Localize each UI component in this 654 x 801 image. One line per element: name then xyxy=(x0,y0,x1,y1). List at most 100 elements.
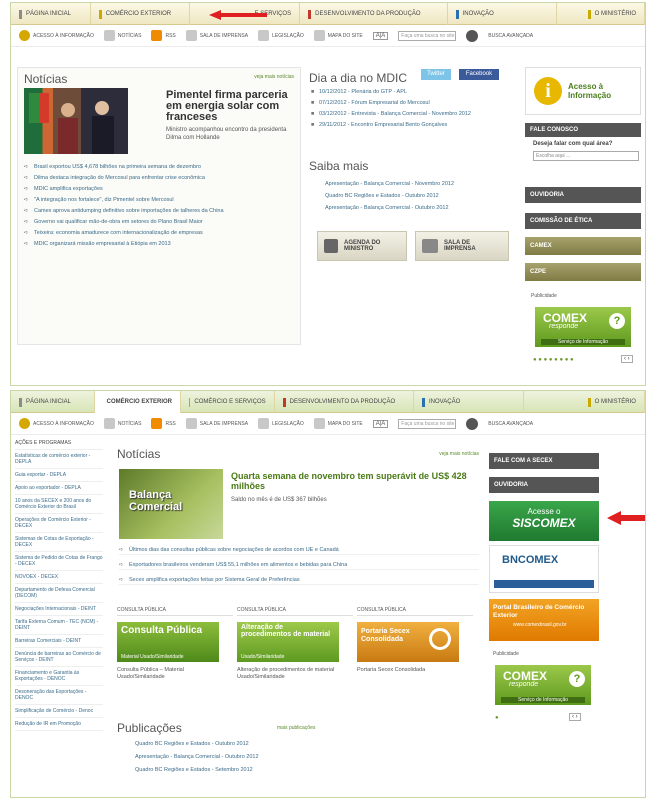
sala-imprensa-link[interactable]: Sala de Imprensa xyxy=(185,30,248,41)
veja-mais-link[interactable]: veja mais notícias xyxy=(254,74,294,80)
consulta-1[interactable]: Consulta Pública Consulta Pública Materi… xyxy=(117,607,233,707)
twitter-button[interactable]: Twitter xyxy=(421,69,451,80)
mapa-site-link[interactable]: Mapa do Site xyxy=(313,418,363,429)
nav-desenvolvimento[interactable]: Desenvolvimento da Produção xyxy=(300,3,448,25)
font-size-toggle[interactable]: A|A xyxy=(372,419,389,428)
headline-photo[interactable] xyxy=(24,88,128,154)
consulta-2[interactable]: Consulta Pública Alteração de procedimen… xyxy=(237,607,353,707)
legislacao-link[interactable]: Legislação xyxy=(258,418,304,429)
news-item[interactable]: ➪ Secex amplifica exportações feitas por … xyxy=(119,577,479,585)
nav-ministerio[interactable]: O Ministério xyxy=(524,391,645,413)
search-input[interactable]: Faça uma busca no site xyxy=(398,418,457,429)
news-item[interactable]: ➪ Brasil exportou US$ 4,678 bilhões na pr… xyxy=(24,164,294,171)
nav-inovacao[interactable]: Inovação xyxy=(414,391,524,413)
fale-secex-button[interactable]: Fale com a SECEX xyxy=(489,453,599,469)
sidebar-item[interactable]: Desoneração das Exportações - DENOC xyxy=(15,686,103,705)
nav-pagina-inicial[interactable]: Página Inicial xyxy=(11,3,91,25)
agenda-ministro-button[interactable]: Agenda do Ministro xyxy=(317,231,407,261)
sidebar-item[interactable]: Negociações Internacionais - DEINT xyxy=(15,603,103,616)
mapa-site-link[interactable]: Mapa do Site xyxy=(313,30,363,41)
area-select[interactable]: Escolha aqui ... xyxy=(533,151,639,161)
sidebar-item[interactable]: Redução de IR em Promoção xyxy=(15,718,103,731)
legislacao-link[interactable]: Legislação xyxy=(258,30,304,41)
search-icon[interactable] xyxy=(466,29,479,42)
ouvidoria-button[interactable]: Ouvidoria xyxy=(525,187,641,203)
dia-item[interactable]: ■ 29/11/2012 - Encontro Empresarial Bento… xyxy=(311,122,511,129)
sidebar-item[interactable]: Apoio ao exportador - DEPLA xyxy=(15,482,103,495)
noticias-link[interactable]: Notícias xyxy=(103,30,141,41)
sidebar-item[interactable]: 10 anos da SECEX e 200 anos do Comércio … xyxy=(15,495,103,514)
nav-pagina-inicial[interactable]: Página Inicial xyxy=(11,391,95,413)
news-item[interactable]: ➪ Governo vai qualificar mão-de-obra em s… xyxy=(24,219,294,226)
saiba-item[interactable]: Apresentação - Balança Comercial - Novem… xyxy=(325,181,515,188)
headline-link[interactable]: Pimentel firma parceria em energia solar… xyxy=(166,90,294,123)
mais-publicacoes-link[interactable]: mais publicações xyxy=(277,725,315,731)
busca-avancada-link[interactable]: Busca avançada xyxy=(488,421,533,427)
carousel-dot[interactable]: ● xyxy=(495,715,499,721)
siscomex-banner[interactable]: Acesse o SISCOMEX xyxy=(489,501,599,541)
nav-comercio-exterior[interactable]: Comércio Exterior xyxy=(91,3,191,25)
sidebar-item[interactable]: Tarifa Externa Comum - TEC (NCM) - DEINT xyxy=(15,616,103,635)
dia-item[interactable]: ■ 07/12/2012 - Fórum Empresarial do Merco… xyxy=(311,100,511,107)
carousel-arrows[interactable]: ‹ › xyxy=(621,355,633,363)
publicacao-item[interactable]: Quadro BC Regiões e Estados - Outubro 20… xyxy=(135,741,335,748)
facebook-button[interactable]: Facebook xyxy=(459,69,499,80)
nav-inovacao[interactable]: Inovação xyxy=(448,3,558,25)
comissao-etica-button[interactable]: Comissão de Ética xyxy=(525,213,641,229)
noticias-link[interactable]: Notícias xyxy=(103,418,141,429)
sidebar-item[interactable]: Estatísticas de comércio exterior - DEPL… xyxy=(15,450,103,469)
rss-link[interactable]: RSS xyxy=(151,30,176,41)
dia-item[interactable]: ■ 10/12/2012 - Plenária do GTP - APL xyxy=(311,89,511,96)
balanca-image[interactable]: Balança Comercial xyxy=(119,469,223,539)
sidebar-heading[interactable]: Ações e Programas xyxy=(15,437,103,450)
news-item[interactable]: ➪ MDIC amplifica exportações xyxy=(24,186,294,193)
news-item[interactable]: ➪ MDIC organizará missão empresarial à Et… xyxy=(24,241,294,248)
sidebar-item[interactable]: NOVOEX - DECEX xyxy=(15,571,103,584)
saiba-item[interactable]: Apresentação - Balança Comercial - Outub… xyxy=(325,205,515,212)
comex-responde-banner[interactable]: COMEX responde ? Serviço de Informação xyxy=(535,307,631,347)
sidebar-item[interactable]: Simplificação de Comércio - Denoc xyxy=(15,705,103,718)
saiba-item[interactable]: Quadro BC Regiões e Estados - Outubro 20… xyxy=(325,193,515,200)
acesso-informacao-link[interactable]: Acesso à Informação xyxy=(19,30,94,41)
news-item[interactable]: ➪ Dilma destaca integração do Mercosul pa… xyxy=(24,175,294,182)
fale-conosco-button[interactable]: Fale Conosco xyxy=(525,123,641,137)
busca-avancada-link[interactable]: Busca avançada xyxy=(488,33,533,39)
nav-ministerio[interactable]: O Ministério xyxy=(557,3,645,25)
nav-comercio-servicos[interactable]: Comércio e Serviços xyxy=(181,391,275,413)
publicacao-item[interactable]: Apresentação - Balança Comercial - Outub… xyxy=(135,754,335,761)
portal-brasileiro-banner[interactable]: Portal Brasileiro de Comércio Exterior w… xyxy=(489,599,599,641)
carousel-arrows[interactable]: ‹ › xyxy=(569,713,581,721)
acesso-informacao-link[interactable]: Acesso à Informação xyxy=(19,418,94,429)
news-item[interactable]: ➪ Exportadores brasileiros venderam US$ 5… xyxy=(119,562,479,570)
search-input[interactable]: Faça uma busca no site xyxy=(398,30,457,41)
sala-imprensa-link[interactable]: Sala de Imprensa xyxy=(185,418,248,429)
sidebar-item[interactable]: Denúncia de barreiras ao Comércio de Ser… xyxy=(15,648,103,667)
sidebar-item[interactable]: Departamento de Defesa Comercial (DECOM) xyxy=(15,584,103,603)
news-item[interactable]: ➪ Camex aprova antidumping definitivo sob… xyxy=(24,208,294,215)
nav-comercio-exterior-active[interactable]: Comércio Exterior xyxy=(94,391,181,413)
publicacao-item[interactable]: Quadro BC Regiões e Estados - Setembro 2… xyxy=(135,767,335,774)
dia-item[interactable]: ■ 03/12/2012 - Entrevista - Balança Comer… xyxy=(311,111,511,118)
camex-button[interactable]: Camex xyxy=(525,237,641,255)
carousel-dots[interactable]: ● ● ● ● ● ● ● ● xyxy=(533,357,574,363)
ouvidoria-button[interactable]: Ouvidoria xyxy=(489,477,599,493)
sidebar-item[interactable]: Guia exportar - DEPLA xyxy=(15,469,103,482)
news-item[interactable]: ➪ "A integração nos fortalece", diz Pimen… xyxy=(24,197,294,204)
veja-mais-link[interactable]: veja mais notícias xyxy=(439,451,479,457)
sidebar-item[interactable]: Operações de Comércio Exterior - DECEX xyxy=(15,514,103,533)
czpe-button[interactable]: CZPE xyxy=(525,263,641,281)
sidebar-item[interactable]: Sistemas de Cotas de Exportação - DECEX xyxy=(15,533,103,552)
nav-desenvolvimento[interactable]: Desenvolvimento da Produção xyxy=(275,391,415,413)
rss-link[interactable]: RSS xyxy=(151,418,176,429)
news-item[interactable]: ➪ Últimos dias das consultas públicas sob… xyxy=(119,547,479,555)
bncomex-banner[interactable]: BNCOMEX xyxy=(489,545,599,593)
sidebar-item[interactable]: Financiamento e Garantia às Exportações … xyxy=(15,667,103,686)
news-item[interactable]: ➪ Teixeira: economia amadurece com intern… xyxy=(24,230,294,237)
sala-imprensa-button[interactable]: Sala de Imprensa xyxy=(415,231,509,261)
sidebar-item[interactable]: Sistema de Pedido de Cotas de Frango - D… xyxy=(15,552,103,571)
comex-responde-banner[interactable]: COMEX responde ? Serviço de Informação xyxy=(495,665,591,705)
sidebar-item[interactable]: Barreiras Comerciais - DEINT xyxy=(15,635,103,648)
search-icon[interactable] xyxy=(466,417,479,430)
font-size-toggle[interactable]: A|A xyxy=(372,31,389,40)
consulta-3[interactable]: Consulta Pública Portaria Secex Consolid… xyxy=(357,607,473,707)
